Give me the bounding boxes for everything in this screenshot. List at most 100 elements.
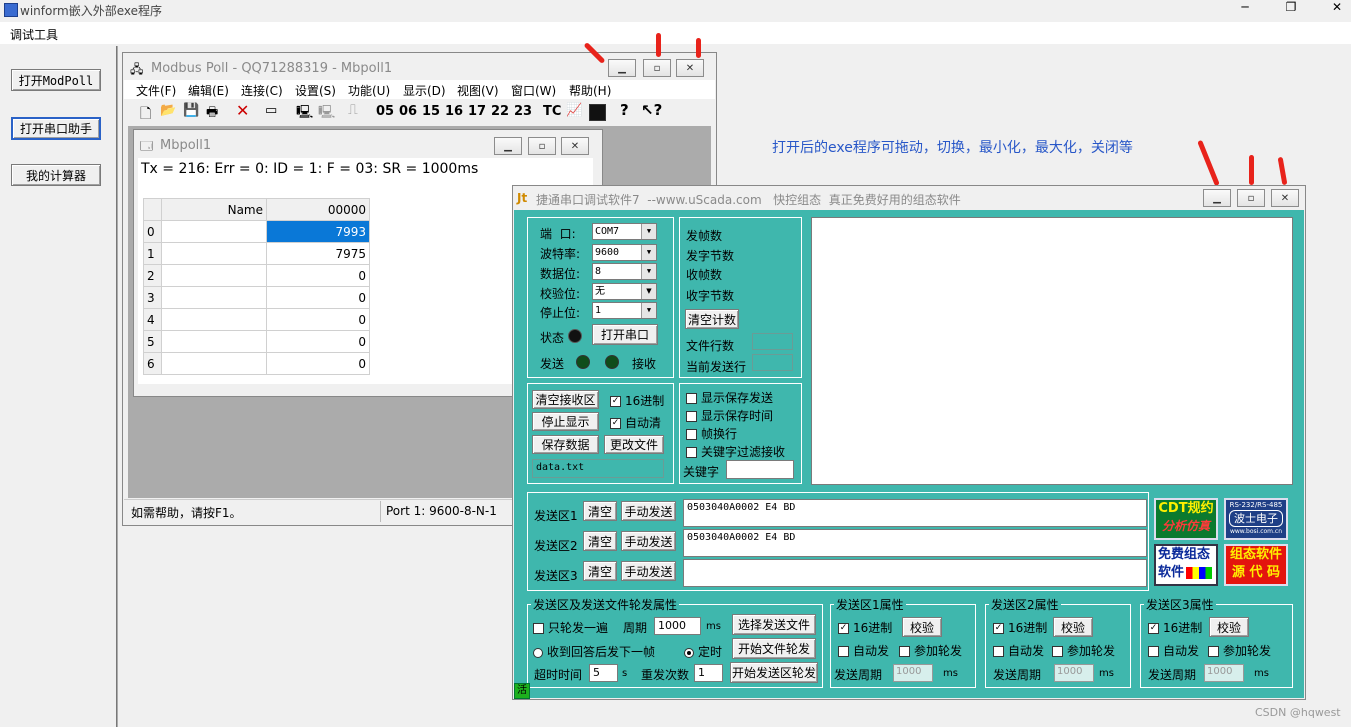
table-row[interactable]: 30 (143, 286, 370, 309)
row-value[interactable]: 0 (266, 308, 370, 331)
row-name[interactable] (161, 308, 267, 331)
row-value[interactable]: 0 (266, 264, 370, 287)
scada-source-ad-banner[interactable]: 组态软件 源 代 码 (1224, 544, 1288, 586)
stopbits-select[interactable]: 1 ▼ (592, 302, 657, 319)
send-area-3-clear-button[interactable]: 清空 (583, 561, 617, 581)
hex-receive-checkbox[interactable]: ✓ 16进制 (610, 392, 664, 409)
send-area-1-input[interactable]: 0503040A0002 E4 BD (683, 499, 1147, 527)
send-area-3-input[interactable] (683, 559, 1147, 587)
row-name[interactable] (161, 330, 267, 353)
clear-count-button[interactable]: 清空计数 (685, 309, 739, 329)
chart-icon[interactable]: 📈 (566, 103, 582, 118)
context-help-icon[interactable]: ↖? (641, 101, 662, 119)
table-row[interactable]: 60 (143, 352, 370, 375)
send-area-3-manual-send-button[interactable]: 手动发送 (621, 561, 676, 581)
serial-minimize-button[interactable]: ▁ (1203, 189, 1231, 207)
filename-field[interactable]: data.txt (532, 459, 664, 478)
send-area-1-clear-button[interactable]: 清空 (583, 501, 617, 521)
cdt-ad-banner[interactable]: CDT规约 分析仿真 (1154, 498, 1218, 540)
host-minimize-button[interactable]: ─ (1230, 0, 1260, 18)
retry-input[interactable]: 1 (694, 664, 723, 682)
start-area-rotation-button[interactable]: 开始发送区轮发 (730, 662, 818, 683)
modbus-menu-functions[interactable]: 功能(U) (348, 82, 390, 99)
row-value[interactable]: 7975 (266, 242, 370, 265)
child-close-button[interactable]: ✕ (561, 137, 589, 155)
window-icon[interactable]: ▭ (265, 103, 277, 118)
area1-send-period-input[interactable]: 1000 (893, 664, 933, 682)
row-name[interactable] (161, 352, 267, 375)
send-area-1-manual-send-button[interactable]: 手动发送 (621, 501, 676, 521)
clear-receive-button[interactable]: 清空接收区 (532, 390, 599, 409)
save-icon[interactable]: 💾 (183, 103, 199, 118)
open-port-button[interactable]: 打开串口 (592, 324, 658, 345)
toolbar-17[interactable]: 17 (468, 104, 486, 122)
modbus-close-button[interactable]: ✕ (676, 59, 704, 77)
serial-close-button[interactable]: ✕ (1271, 189, 1299, 207)
timeout-input[interactable]: 5 (589, 664, 618, 682)
area1-auto-send-checkbox[interactable]: 自动发 (838, 642, 889, 659)
area2-auto-send-checkbox[interactable]: 自动发 (993, 642, 1044, 659)
row-name[interactable] (161, 220, 267, 243)
row-value[interactable]: 7993 (266, 220, 370, 243)
table-row[interactable]: 0 7993 (143, 220, 370, 243)
free-scada-ad-banner[interactable]: 免费组态 软件 (1154, 544, 1218, 586)
toolbar-05[interactable]: 05 (376, 104, 394, 122)
period-input[interactable]: 1000 (654, 617, 701, 635)
keyword-filter-checkbox[interactable]: 关键字过滤接收 (686, 443, 785, 460)
host-maximize-button[interactable]: ❐ (1276, 0, 1306, 18)
modbus-menu-edit[interactable]: 编辑(E) (188, 82, 229, 99)
modbus-menu-view[interactable]: 视图(V) (457, 82, 499, 99)
save-data-button[interactable]: 保存数据 (532, 435, 599, 454)
modbus-minimize-button[interactable]: ▁ (608, 59, 636, 77)
table-row[interactable]: 20 (143, 264, 370, 287)
menu-debug-tools[interactable]: 调试工具 (10, 26, 58, 43)
modbus-menu-connect[interactable]: 连接(C) (241, 82, 283, 99)
auto-clear-checkbox[interactable]: ✓ 自动清 (610, 414, 661, 431)
open-calculator-button[interactable]: 我的计算器 (11, 164, 101, 186)
area2-hex-checkbox[interactable]: ✓ 16进制 (993, 619, 1047, 636)
pulse-icon[interactable]: ⎍ (348, 102, 358, 118)
child-minimize-button[interactable]: ▁ (494, 137, 522, 155)
port-select[interactable]: COM7 ▼ (592, 223, 657, 240)
graph-icon[interactable] (589, 104, 606, 121)
host-close-button[interactable]: ✕ (1322, 0, 1351, 18)
select-send-file-button[interactable]: 选择发送文件 (732, 614, 816, 635)
show-save-send-checkbox[interactable]: 显示保存发送 (686, 389, 773, 406)
toolbar-22[interactable]: 22 (491, 104, 509, 122)
connect-icon[interactable]: 🖳 (296, 103, 313, 125)
child-maximize-button[interactable]: ▫ (528, 137, 556, 155)
area3-hex-checkbox[interactable]: ✓ 16进制 (1148, 619, 1202, 636)
area3-verify-button[interactable]: 校验 (1209, 617, 1249, 637)
area1-hex-checkbox[interactable]: ✓ 16进制 (838, 619, 892, 636)
frame-newline-checkbox[interactable]: 帧换行 (686, 425, 737, 442)
monitor-icon[interactable]: 🖳 (318, 103, 335, 125)
area3-join-rotation-checkbox[interactable]: 参加轮发 (1208, 642, 1271, 659)
send-area-2-clear-button[interactable]: 清空 (583, 531, 617, 551)
send-area-2-manual-send-button[interactable]: 手动发送 (621, 531, 676, 551)
modbus-menu-help[interactable]: 帮助(H) (569, 82, 611, 99)
modbus-menu-display[interactable]: 显示(D) (403, 82, 446, 99)
help-icon[interactable]: ? (620, 101, 629, 119)
area1-verify-button[interactable]: 校验 (902, 617, 942, 637)
databits-select[interactable]: 8 ▼ (592, 263, 657, 280)
row-value[interactable]: 0 (266, 286, 370, 309)
toolbar-16[interactable]: 16 (445, 104, 463, 122)
area3-send-period-input[interactable]: 1000 (1204, 664, 1244, 682)
area1-join-rotation-checkbox[interactable]: 参加轮发 (899, 642, 962, 659)
table-row[interactable]: 1 7975 (143, 242, 370, 265)
open-folder-icon[interactable]: 📂 (160, 103, 176, 118)
area3-auto-send-checkbox[interactable]: 自动发 (1148, 642, 1199, 659)
area2-join-rotation-checkbox[interactable]: 参加轮发 (1052, 642, 1115, 659)
bosi-ad-banner[interactable]: RS-232/RS-485 波士电子 www.bosi.com.cn (1224, 498, 1288, 540)
area2-send-period-input[interactable]: 1000 (1054, 664, 1094, 682)
table-row[interactable]: 40 (143, 308, 370, 331)
start-file-rotation-button[interactable]: 开始文件轮发 (732, 638, 816, 659)
open-modpoll-button[interactable]: 打开ModPoll (11, 69, 101, 91)
only-once-checkbox[interactable]: 只轮发一遍 (533, 619, 608, 636)
send-area-2-input[interactable]: 0503040A0002 E4 BD (683, 529, 1147, 557)
change-file-button[interactable]: 更改文件 (604, 435, 664, 454)
parity-select[interactable]: 无 ▼ (592, 283, 657, 300)
baud-select[interactable]: 9600 ▼ (592, 244, 657, 261)
toolbar-tc[interactable]: TC (543, 104, 561, 122)
modbus-menu-settings[interactable]: 设置(S) (295, 82, 336, 99)
